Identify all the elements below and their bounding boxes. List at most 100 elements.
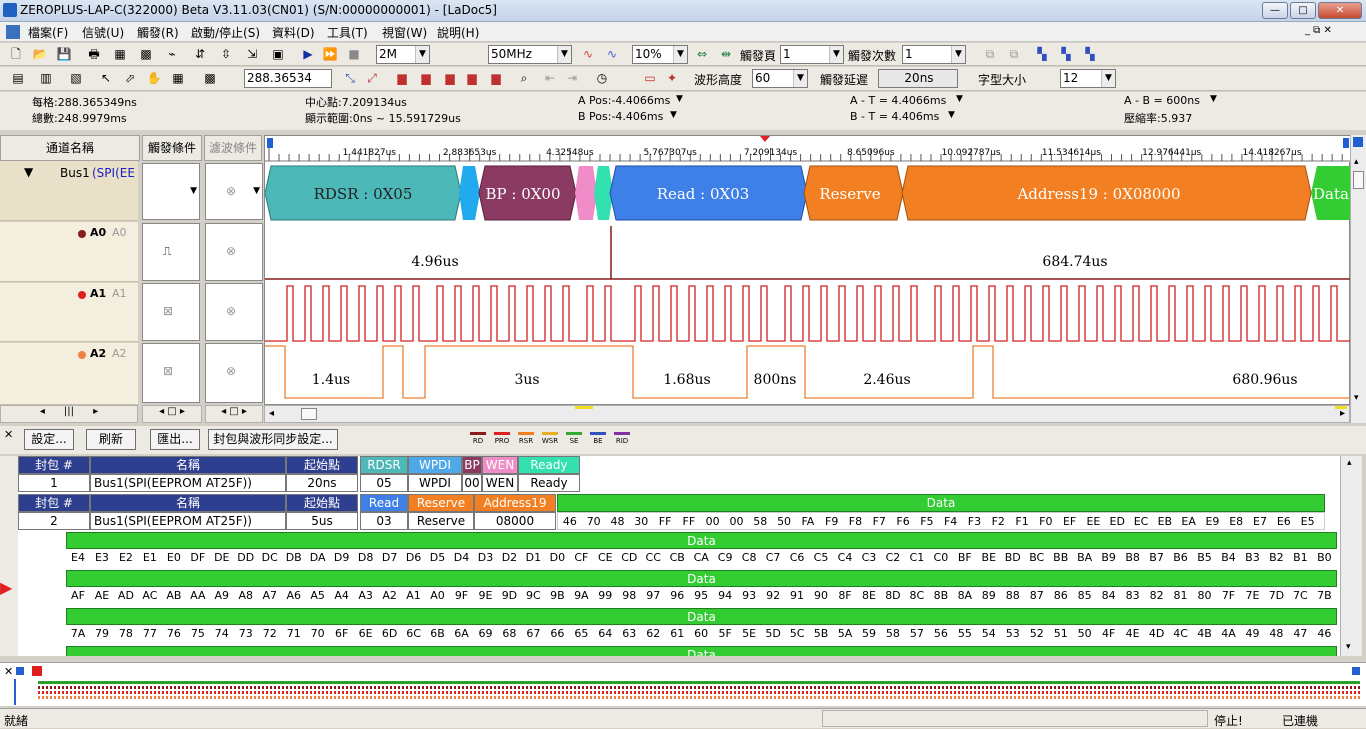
settings-button[interactable]: 設定...: [24, 429, 74, 450]
mdi-controls[interactable]: _ ⧉ ✕: [1305, 25, 1332, 36]
bar-b-icon[interactable]: ▆: [440, 69, 460, 88]
trigger-cell-a0[interactable]: ⎍: [142, 223, 200, 281]
field-value[interactable]: WEN: [482, 474, 518, 492]
pointer-icon[interactable]: ↖: [96, 69, 116, 88]
channel-row-a2[interactable]: A2 A2: [0, 343, 138, 405]
menu-signal[interactable]: 信號(U): [82, 24, 124, 41]
table-icon[interactable]: ▥: [36, 69, 56, 88]
cursor-b-icon[interactable]: ⤢: [362, 69, 382, 88]
field-value[interactable]: WPDI: [408, 474, 462, 492]
close-overview-icon[interactable]: ✕: [4, 665, 13, 678]
export-button[interactable]: 匯出...: [150, 429, 200, 450]
bus-config-icon[interactable]: ▦: [110, 45, 130, 64]
field-value[interactable]: Ready: [518, 474, 580, 492]
window-b-icon[interactable]: ▚: [1056, 45, 1076, 64]
field-value[interactable]: 00: [462, 474, 482, 492]
scroll-down-icon[interactable]: ▾: [1354, 393, 1359, 403]
scroll-down-icon[interactable]: ▾: [1346, 642, 1351, 652]
dropdown-icon[interactable]: ▼: [190, 186, 197, 196]
trigger-delay-field[interactable]: 20ns: [878, 69, 958, 88]
channel-row-bus1[interactable]: ▼ Bus1 (SPI(EEPR: [0, 161, 138, 221]
waveform-hscroll[interactable]: ◂ ▸: [264, 405, 1350, 423]
packet-name[interactable]: Bus1(SPI(EEPROM AT25F)): [90, 512, 286, 530]
b-t-dropdown-icon[interactable]: ▼: [948, 110, 955, 120]
packet-num[interactable]: 1: [18, 474, 90, 492]
new-icon[interactable]: 🗋: [6, 45, 26, 64]
bar-a-icon[interactable]: ▆: [416, 69, 436, 88]
marker-icon[interactable]: ✦: [662, 69, 682, 88]
bus-segment-wpdi[interactable]: [459, 166, 480, 220]
zoom-in-icon[interactable]: ⇔: [692, 45, 712, 64]
next-icon[interactable]: ⇥: [562, 69, 582, 88]
run-repeat-icon[interactable]: ⏩: [320, 45, 340, 64]
grid-icon[interactable]: ▩: [200, 69, 220, 88]
bus-edit-icon[interactable]: ▩: [136, 45, 156, 64]
channel-row-a1[interactable]: A1 A1: [0, 283, 138, 342]
close-button[interactable]: ✕: [1318, 2, 1362, 19]
channel-row-a0[interactable]: A0 A0: [0, 222, 138, 282]
cursor-a-icon[interactable]: ⤡: [340, 69, 360, 88]
vscroll-thumb[interactable]: [1353, 171, 1364, 189]
packet-vscroll[interactable]: ▴ ▾: [1340, 456, 1362, 656]
measure-icon[interactable]: ▦: [168, 69, 188, 88]
packet-start[interactable]: 5us: [286, 512, 358, 530]
waveform-view[interactable]: 1.441827us 2.883653us 4.32548us 5.767307us 7…: [264, 135, 1351, 405]
run-icon[interactable]: ▶: [298, 45, 318, 64]
filter-cell-a1[interactable]: ⊗: [205, 283, 263, 341]
menu-help[interactable]: 說明(H): [437, 24, 479, 41]
maximize-button[interactable]: □: [1290, 2, 1316, 19]
signal-icon[interactable]: ⌁: [162, 45, 182, 64]
font-size-select[interactable]: 12 ▼: [1060, 69, 1116, 88]
wave-red-icon[interactable]: ∿: [578, 45, 598, 64]
data-row[interactable]: Data: [66, 646, 1337, 656]
prev-icon[interactable]: ⇤: [540, 69, 560, 88]
frequency-select[interactable]: 50MHz ▼: [488, 45, 572, 64]
bus-icon[interactable]: ▭: [640, 69, 660, 88]
trigger-set-icon[interactable]: ⇲: [242, 45, 262, 64]
field-value[interactable]: 05: [360, 474, 408, 492]
b-pos-dropdown-icon[interactable]: ▼: [670, 110, 677, 120]
waveform-vscroll[interactable]: ▴ ▾: [1350, 135, 1366, 423]
packet2-data-values[interactable]: 46 70 48 30 FF FF 00 00 58 50 FA F9 F8 F7 F6 F5 F4 F3 F2 F1…: [557, 512, 1325, 530]
cascade-icon[interactable]: ⧉: [980, 45, 1000, 64]
binoculars-icon[interactable]: ⌕: [514, 69, 534, 88]
save-icon[interactable]: 💾: [54, 45, 74, 64]
filter-cell-a2[interactable]: ⊗: [205, 343, 263, 403]
a-cursor-marker[interactable]: [267, 138, 273, 148]
scroll-up-icon[interactable]: ▴: [1347, 458, 1352, 468]
print-icon[interactable]: 🖶: [84, 45, 104, 64]
field-value[interactable]: Reserve: [408, 512, 474, 530]
sync-settings-button[interactable]: 封包與波形同步設定...: [208, 429, 338, 450]
open-icon[interactable]: 📂: [30, 45, 50, 64]
filter-cell-bus1[interactable]: ⊗ ▼: [205, 163, 263, 220]
close-panel-icon[interactable]: ✕: [4, 428, 13, 441]
trigger-edit-icon[interactable]: ⇳: [216, 45, 236, 64]
wave-blue-icon[interactable]: ∿: [602, 45, 622, 64]
a-pos-dropdown-icon[interactable]: ▼: [676, 94, 683, 104]
field-value[interactable]: 03: [360, 512, 408, 530]
menu-trigger[interactable]: 觸發(R): [137, 24, 179, 41]
scroll-right-icon[interactable]: ▸: [1340, 408, 1345, 419]
menu-run-stop[interactable]: 啟動/停止(S): [191, 24, 260, 41]
trigger-cell-a1[interactable]: ⊠: [142, 283, 200, 341]
zoom-out-icon[interactable]: ⇹: [716, 45, 736, 64]
trigger-icon[interactable]: ⇵: [190, 45, 210, 64]
overview-strip[interactable]: ✕: [0, 662, 1366, 706]
field-value[interactable]: 08000: [474, 512, 556, 530]
run-config-icon[interactable]: ▣: [268, 45, 288, 64]
menu-file[interactable]: 檔案(F): [28, 24, 68, 41]
packet-name[interactable]: Bus1(SPI(EEPROM AT25F)): [90, 474, 286, 492]
zoom-select[interactable]: 10% ▼: [632, 45, 688, 64]
stop-icon[interactable]: ■: [344, 45, 364, 64]
filter-cell-a0[interactable]: ⊗: [205, 223, 263, 281]
minimize-button[interactable]: —: [1262, 2, 1288, 19]
memory-select[interactable]: 2M ▼: [376, 45, 430, 64]
bus-segment-wen[interactable]: [575, 166, 597, 220]
trigger-count-select[interactable]: 1 ▼: [902, 45, 966, 64]
expand-icon[interactable]: ▼: [24, 165, 33, 179]
data-row[interactable]: Data AF AE AD AC AB AA A9 A8 A7 A6 A5 A4 A3 A2 A1 A0 9F 9E…: [66, 570, 1337, 606]
packet-start[interactable]: 20ns: [286, 474, 358, 492]
menu-tools[interactable]: 工具(T): [327, 24, 368, 41]
window-c-icon[interactable]: ▚: [1080, 45, 1100, 64]
menu-window[interactable]: 視窗(W): [382, 24, 427, 41]
